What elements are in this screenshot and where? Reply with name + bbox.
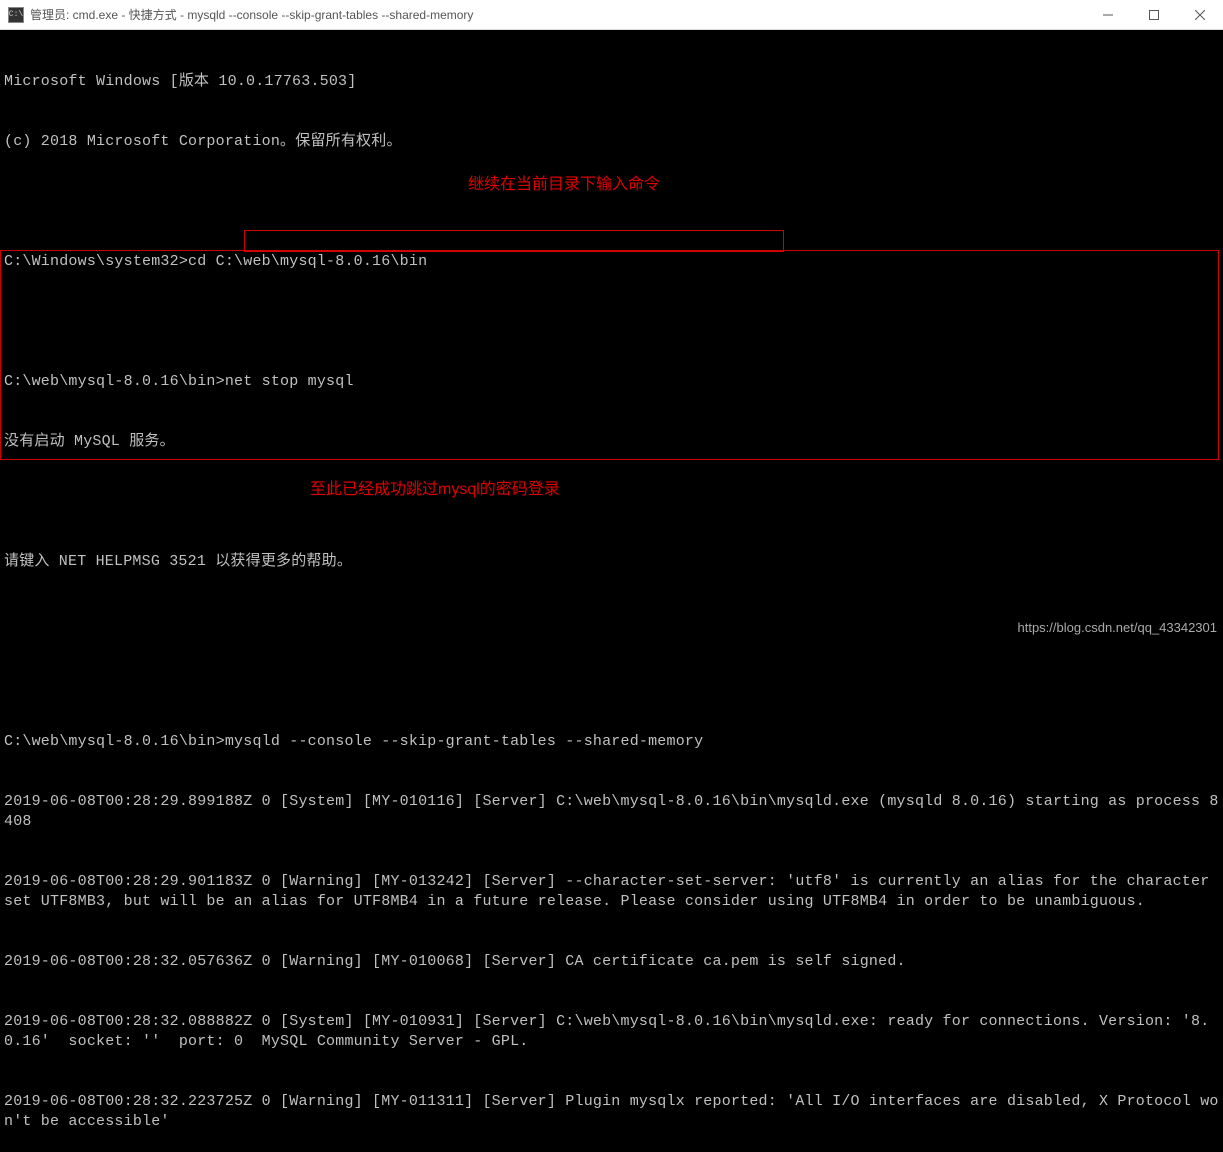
terminal-line: C:\Windows\system32>cd C:\web\mysql-8.0.… <box>4 252 1219 272</box>
terminal-line: C:\web\mysql-8.0.16\bin>mysqld --console… <box>4 732 1219 752</box>
close-button[interactable] <box>1177 0 1223 29</box>
cmd-icon-text: C:\ <box>9 11 23 19</box>
close-icon <box>1195 10 1205 20</box>
terminal-line: 请键入 NET HELPMSG 3521 以获得更多的帮助。 <box>4 552 1219 572</box>
maximize-icon <box>1149 10 1159 20</box>
minimize-icon <box>1103 10 1113 20</box>
terminal-line <box>4 492 1219 512</box>
terminal-line: 2019-06-08T00:28:32.223725Z 0 [Warning] … <box>4 1092 1219 1132</box>
terminal-line: (c) 2018 Microsoft Corporation。保留所有权利。 <box>4 132 1219 152</box>
window-controls <box>1085 0 1223 29</box>
terminal-line <box>4 312 1219 332</box>
terminal-line: C:\web\mysql-8.0.16\bin>net stop mysql <box>4 372 1219 392</box>
terminal-line <box>4 192 1219 212</box>
window-titlebar: C:\ 管理员: cmd.exe - 快捷方式 - mysqld --conso… <box>0 0 1223 30</box>
minimize-button[interactable] <box>1085 0 1131 29</box>
annotation-text-1: 继续在当前目录下输入命令 <box>468 170 660 194</box>
terminal-output[interactable]: Microsoft Windows [版本 10.0.17763.503] (c… <box>0 30 1223 639</box>
terminal-line: 2019-06-08T00:28:29.899188Z 0 [System] [… <box>4 792 1219 832</box>
terminal-line: 2019-06-08T00:28:32.088882Z 0 [System] [… <box>4 1012 1219 1052</box>
annotation-text-2: 至此已经成功跳过mysql的密码登录 <box>310 475 560 499</box>
terminal-line: 没有启动 MySQL 服务。 <box>4 432 1219 452</box>
terminal-line: 2019-06-08T00:28:32.057636Z 0 [Warning] … <box>4 952 1219 972</box>
terminal-line: Microsoft Windows [版本 10.0.17763.503] <box>4 72 1219 92</box>
window-title: 管理员: cmd.exe - 快捷方式 - mysqld --console -… <box>30 6 1085 23</box>
terminal-line <box>4 672 1219 692</box>
cmd-icon: C:\ <box>8 7 24 23</box>
maximize-button[interactable] <box>1131 0 1177 29</box>
watermark-text: https://blog.csdn.net/qq_43342301 <box>1018 620 1218 635</box>
terminal-line: 2019-06-08T00:28:29.901183Z 0 [Warning] … <box>4 872 1219 912</box>
